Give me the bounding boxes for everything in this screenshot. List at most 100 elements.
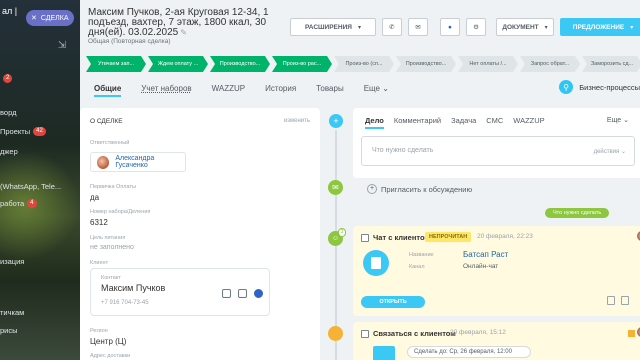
stage-item[interactable]: Произ-во рас... <box>272 56 332 72</box>
todo-section-label: Что нужно сделать <box>545 208 610 218</box>
left-menu-item[interactable]: работа 4 <box>0 197 37 209</box>
editor-more[interactable]: Еще ⌄ <box>607 116 629 124</box>
avatar <box>97 155 110 169</box>
deal-panel: Максим Пучков, 2-ая Круговая 12-34, 1 по… <box>80 0 640 360</box>
stage-item[interactable]: Заморозить сд... <box>582 56 640 72</box>
field-label: Ответственный <box>90 140 130 146</box>
field-label: Цель питания <box>90 235 126 241</box>
document-icon <box>363 250 389 276</box>
offer-button[interactable]: ПРЕДЛОЖЕНИЕ ▾ <box>560 18 640 36</box>
field-label: Клиент <box>90 260 109 266</box>
clock-icon <box>328 326 343 341</box>
tab-general[interactable]: Общие <box>94 84 122 97</box>
edit-icon[interactable] <box>621 296 629 305</box>
chat-name-link[interactable]: Батсап Раст <box>463 250 508 259</box>
left-menu-item[interactable]: Проекты 42 <box>0 125 46 137</box>
stage-item[interactable]: Ждем оплату ... <box>148 56 208 72</box>
tab-products[interactable]: Товары <box>316 84 344 93</box>
field-value: не заполнено <box>90 244 134 251</box>
invite-to-discussion[interactable]: + Пригласить к обсуждению <box>367 184 472 194</box>
editor-tab-task[interactable]: Задача <box>451 116 476 125</box>
stage-item[interactable]: Произ-во (сп... <box>334 56 394 72</box>
deal-category: Общая (Повторная сделка) <box>88 38 171 45</box>
stage-item[interactable]: Производство... <box>396 56 456 72</box>
deal-tabs: Общие Учет наборов WAZZUP История Товары… <box>94 80 389 97</box>
add-activity-icon[interactable]: + <box>329 114 343 128</box>
editor-tab-wazzup[interactable]: WAZZUP <box>513 116 544 125</box>
status-badge: НЕПРОЧИТАН <box>425 232 472 242</box>
menu-badge: 2 <box>3 73 13 83</box>
left-menu-item[interactable]: изация <box>0 255 24 267</box>
phone-icon[interactable] <box>222 289 231 298</box>
left-menu: ал | 2 ворд Проекты 42 джер (WhatsApp, Te… <box>0 0 80 360</box>
stage-item[interactable]: Утвчаем зап... <box>86 56 146 72</box>
calendar-icon <box>373 346 395 360</box>
settings-button[interactable]: ⚙ <box>466 18 486 36</box>
edit-link[interactable]: изменить <box>284 118 310 124</box>
left-menu-item[interactable]: (WhatsApp, Tele... <box>0 180 61 192</box>
field-value: да <box>90 193 100 202</box>
chat-task-icon: ☺ 3 <box>328 228 346 246</box>
field-label: Название <box>409 252 434 258</box>
priority-icon <box>628 330 635 337</box>
editor-tab-deal[interactable]: Дело <box>365 116 384 129</box>
left-menu-item[interactable]: джер <box>0 145 18 157</box>
task-checkbox[interactable] <box>361 330 369 338</box>
collapse-arrow-icon[interactable]: ⇲ <box>54 40 70 54</box>
caret-down-icon: ▾ <box>544 24 548 31</box>
open-chat-button[interactable]: ОТКРЫТЬ <box>361 296 425 308</box>
stage-item[interactable]: Нет оплаты /... <box>458 56 518 72</box>
tab-wazzup[interactable]: WAZZUP <box>212 84 245 93</box>
field-label: Контакт <box>101 275 121 281</box>
contact-name[interactable]: Максим Пучков <box>101 283 165 293</box>
business-processes-button[interactable]: ⚲ Бизнес-процессы <box>559 78 640 96</box>
task-date: 20 февраля, 22:23 <box>477 233 533 240</box>
left-menu-item[interactable]: рисы <box>0 324 18 336</box>
tab-more[interactable]: Еще ⌄ <box>364 84 389 93</box>
pencil-icon[interactable]: ✎ <box>180 28 187 37</box>
task-title: Чат с клиентом <box>373 233 430 242</box>
left-menu-item[interactable]: тичкам <box>0 306 24 318</box>
business-process-icon: ⚲ <box>559 80 574 94</box>
contact-actions <box>222 289 263 298</box>
deal-title[interactable]: Максим Пучков, 2-ая Круговая 12-34, 1 по… <box>88 8 288 38</box>
editor-tabs: Дело Комментарий Задача СМС WAZZUP <box>365 116 545 129</box>
editor-tab-sms[interactable]: СМС <box>486 116 503 125</box>
document-button[interactable]: ДОКУМЕНТ ▾ <box>496 18 554 36</box>
editor-tab-comment[interactable]: Комментарий <box>394 116 441 125</box>
skype-icon[interactable] <box>254 289 263 298</box>
field-label: Канал <box>409 264 425 270</box>
field-value: 6312 <box>90 218 108 227</box>
note-icon[interactable] <box>607 296 615 305</box>
menu-badge: 42 <box>33 126 46 136</box>
contact-card[interactable]: Контакт Максим Пучков +7 916 704-73-45 <box>90 268 270 316</box>
stage-item[interactable]: Производство... <box>210 56 270 72</box>
field-label: Регион <box>90 328 108 334</box>
menu-badge: 4 <box>27 198 37 208</box>
task-date: 20 февраля, 15:12 <box>450 329 506 336</box>
responsible-field[interactable]: Александра Гусаченко <box>90 152 186 172</box>
skype-button[interactable]: ● <box>440 18 460 36</box>
deadline-field[interactable]: Сделать до: Ср, 26 февраля, 12:00 <box>407 346 531 358</box>
tab-history[interactable]: История <box>265 84 296 93</box>
left-menu-item[interactable]: ворд <box>0 106 16 118</box>
extensions-button[interactable]: РАСШИРЕНИЯ ▾ <box>290 18 376 36</box>
phone-button[interactable]: ✆ <box>382 18 402 36</box>
gear-icon: ⚙ <box>473 24 479 31</box>
email-button[interactable]: ✉ <box>408 18 428 36</box>
task-checkbox[interactable] <box>361 234 369 242</box>
mail-icon[interactable] <box>238 289 247 298</box>
left-menu-item[interactable]: 2 <box>0 72 13 84</box>
task-contact-card: Связаться с клиентом 20 февраля, 15:12 С… <box>353 322 640 360</box>
contact-phone[interactable]: +7 916 704-73-45 <box>101 300 149 306</box>
deal-close-chip[interactable]: ✕ СДЕЛКА <box>26 10 74 26</box>
deal-stages: Утвчаем зап... Ждем оплату ... Производс… <box>86 56 640 72</box>
actions-dropdown[interactable]: действия ⌄ <box>594 148 626 155</box>
field-value: Онлайн-чат <box>463 263 499 270</box>
tab-sets[interactable]: Учет наборов <box>141 84 191 93</box>
todo-input[interactable]: Что нужно сделать действия ⌄ <box>361 136 635 166</box>
stage-item[interactable]: Запрос обрат... <box>520 56 580 72</box>
counter-badge: 3 <box>338 228 346 237</box>
caret-down-icon: ▾ <box>357 24 361 31</box>
activity-editor: Дело Комментарий Задача СМС WAZZUP Еще ⌄… <box>353 108 640 178</box>
